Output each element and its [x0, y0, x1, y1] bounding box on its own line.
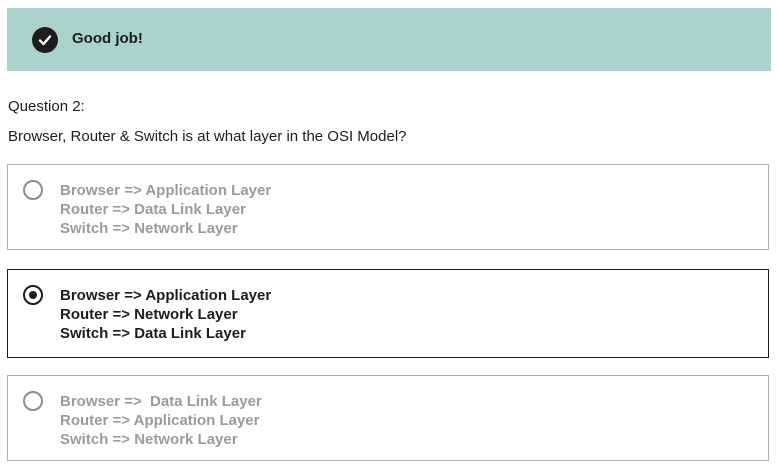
answer-line: Switch => Data Link Layer — [60, 325, 246, 342]
answer-option-2[interactable]: Browser => Application Layer Router => N… — [7, 269, 769, 358]
answer-line: Browser => Application Layer — [60, 287, 272, 304]
answer-line: Switch => Network Layer — [60, 220, 238, 237]
answer-line: Switch => Network Layer — [60, 431, 238, 448]
feedback-banner: Good job! — [7, 8, 771, 71]
answer-option-1[interactable]: Browser => Application Layer Router => D… — [7, 164, 769, 250]
answer-line: Browser => Data Link Layer — [60, 393, 262, 410]
answer-option-text: Browser => Application Layer Router => N… — [60, 286, 271, 343]
radio-button-selected[interactable] — [23, 285, 43, 305]
radio-button[interactable] — [23, 391, 43, 411]
answer-line: Router => Data Link Layer — [60, 201, 246, 218]
answer-line: Router => Network Layer — [60, 306, 238, 323]
feedback-message: Good job! — [72, 30, 143, 47]
answer-line: Browser => Application Layer — [60, 182, 272, 199]
answer-line: Router => Application Layer — [60, 412, 260, 429]
answer-option-text: Browser => Data Link Layer Router => App… — [60, 392, 262, 449]
question-text: Browser, Router & Switch is at what laye… — [8, 128, 407, 145]
answer-option-3[interactable]: Browser => Data Link Layer Router => App… — [7, 375, 769, 461]
radio-dot-icon — [29, 291, 37, 299]
check-circle-icon — [32, 27, 58, 53]
question-number: Question 2: — [8, 98, 85, 115]
answer-option-text: Browser => Application Layer Router => D… — [60, 181, 271, 238]
radio-button[interactable] — [23, 180, 43, 200]
